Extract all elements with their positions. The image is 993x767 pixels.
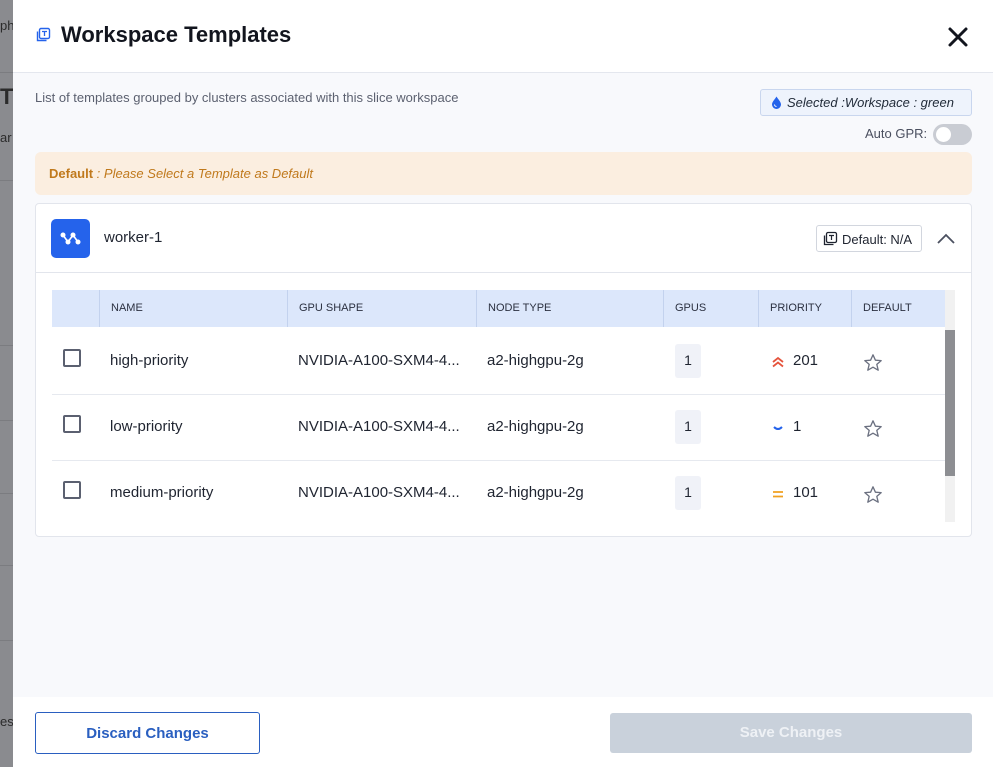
column-header-node-type[interactable]: NODE TYPE <box>476 290 663 327</box>
background-divider <box>0 565 13 566</box>
page-title: Workspace Templates <box>61 22 292 47</box>
background-divider <box>0 72 13 73</box>
background-divider <box>0 640 13 641</box>
selected-workspace-chip: Selected :Workspace : green <box>760 89 972 116</box>
node-type: a2-highgpu-2g <box>487 352 584 369</box>
template-copy-icon <box>36 27 51 42</box>
chevron-down-icon <box>773 426 783 430</box>
templates-table: NAME GPU SHAPE NODE TYPE GPUS PRIORITY D… <box>52 290 955 522</box>
background-text-fragment: ar <box>0 130 12 145</box>
gpu-shape: NVIDIA-A100-SXM4-4... <box>298 484 460 501</box>
background-divider <box>0 345 13 346</box>
column-header-priority[interactable]: PRIORITY <box>758 290 851 327</box>
auto-gpr-label: Auto GPR: <box>865 126 928 141</box>
banner-label: Default <box>49 166 94 181</box>
banner-message: Please Select a Template as Default <box>103 166 313 181</box>
background-text-fragment: T <box>0 84 13 109</box>
table-header: NAME GPU SHAPE NODE TYPE GPUS PRIORITY D… <box>52 290 945 327</box>
cluster-nodes-icon <box>60 232 81 245</box>
save-changes-button[interactable]: Save Changes <box>610 713 972 753</box>
banner-separator: : <box>93 166 104 181</box>
chevron-up-icon[interactable] <box>934 227 958 251</box>
template-name: low-priority <box>110 418 183 435</box>
template-name: high-priority <box>110 352 189 369</box>
column-header-default[interactable]: DEFAULT <box>851 290 945 327</box>
column-header-name[interactable]: NAME <box>99 290 287 327</box>
workspace-templates-drawer: Workspace Templates List of templates gr… <box>13 0 993 767</box>
discard-changes-button[interactable]: Discard Changes <box>35 712 260 754</box>
auto-gpr-toggle[interactable] <box>933 124 972 145</box>
cluster-card-header: worker-1 Default: N/A <box>36 204 971 273</box>
gpu-shape: NVIDIA-A100-SXM4-4... <box>298 418 460 435</box>
row-checkbox[interactable] <box>63 481 81 499</box>
row-checkbox[interactable] <box>63 415 81 433</box>
default-chip-label: Default: N/A <box>842 232 913 247</box>
node-type: a2-highgpu-2g <box>487 418 584 435</box>
drawer-description: List of templates grouped by clusters as… <box>35 90 459 105</box>
cluster-card: worker-1 Default: N/A NAME GPU SHAPE NOD… <box>35 203 972 537</box>
default-template-banner: Default : Please Select a Template as De… <box>35 152 972 195</box>
gpus-count: 1 <box>675 344 701 378</box>
cluster-name: worker-1 <box>104 229 163 246</box>
table-row: high-priority NVIDIA-A100-SXM4-4... a2-h… <box>52 329 945 395</box>
cluster-icon <box>51 219 90 258</box>
background-divider <box>0 493 13 494</box>
table-scrollbar-thumb[interactable] <box>945 330 955 476</box>
background-divider <box>0 420 13 421</box>
drawer-footer: Discard Changes Save Changes <box>13 697 993 767</box>
column-header-gpu-shape[interactable]: GPU SHAPE <box>287 290 476 327</box>
background-text-fragment: es <box>0 714 13 729</box>
star-icon[interactable] <box>863 353 883 373</box>
column-header-gpus[interactable]: GPUS <box>663 290 758 327</box>
toggle-knob <box>936 127 951 142</box>
star-icon[interactable] <box>863 485 883 505</box>
table-row: medium-priority NVIDIA-A100-SXM4-4... a2… <box>52 461 945 522</box>
priority-value: 1 <box>793 418 802 435</box>
row-checkbox[interactable] <box>63 349 81 367</box>
gpu-shape: NVIDIA-A100-SXM4-4... <box>298 352 460 369</box>
gpus-count: 1 <box>675 476 701 510</box>
gpus-count: 1 <box>675 410 701 444</box>
double-chevron-up-icon <box>772 356 784 368</box>
drop-icon <box>772 96 781 109</box>
star-icon[interactable] <box>863 419 883 439</box>
drawer-header: Workspace Templates <box>13 0 993 73</box>
table-row: low-priority NVIDIA-A100-SXM4-4... a2-hi… <box>52 395 945 461</box>
priority-value: 101 <box>793 484 819 501</box>
template-name: medium-priority <box>110 484 214 501</box>
template-copy-icon <box>823 231 838 246</box>
node-type: a2-highgpu-2g <box>487 484 584 501</box>
close-icon[interactable] <box>943 22 973 52</box>
background-page: ph T ar es <box>0 0 13 767</box>
equals-icon <box>773 491 783 498</box>
background-text-fragment: ph <box>0 18 13 33</box>
selected-workspace-label: Selected :Workspace : green <box>787 95 954 110</box>
priority-value: 201 <box>793 352 819 369</box>
column-header-select <box>52 290 99 327</box>
background-divider <box>0 180 13 181</box>
default-template-chip: Default: N/A <box>816 225 922 252</box>
